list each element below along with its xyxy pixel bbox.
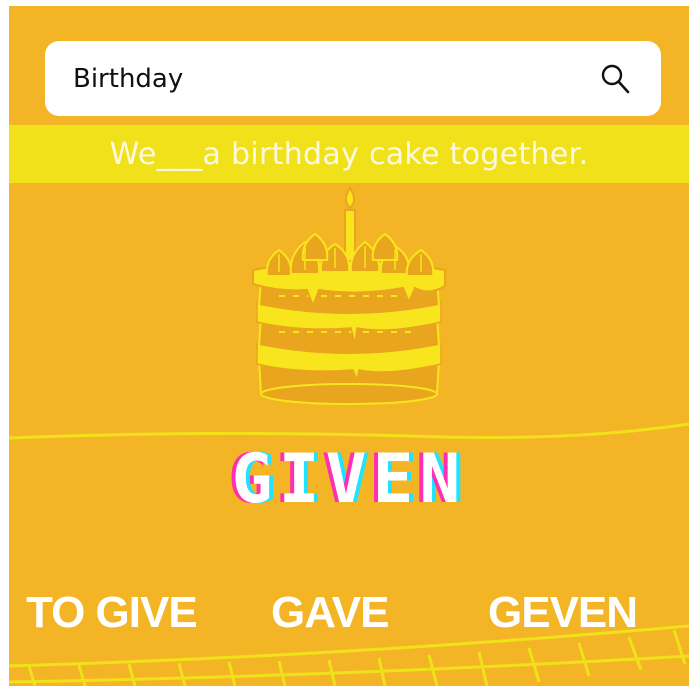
screenshot-frame: Birthday We___a birthday cake together. [0, 0, 697, 686]
search-icon[interactable] [599, 62, 633, 96]
decorative-track [9, 624, 689, 686]
question-sentence: We___a birthday cake together. [109, 136, 589, 172]
search-bar[interactable]: Birthday [45, 41, 661, 116]
quiz-card: Birthday We___a birthday cake together. [9, 6, 689, 686]
answer-display: GIVEN [9, 439, 689, 519]
prompt-banner: We___a birthday cake together. [9, 125, 689, 183]
birthday-cake-icon [252, 186, 446, 405]
answer-word: GIVEN [231, 439, 467, 519]
search-input[interactable]: Birthday [73, 64, 183, 94]
